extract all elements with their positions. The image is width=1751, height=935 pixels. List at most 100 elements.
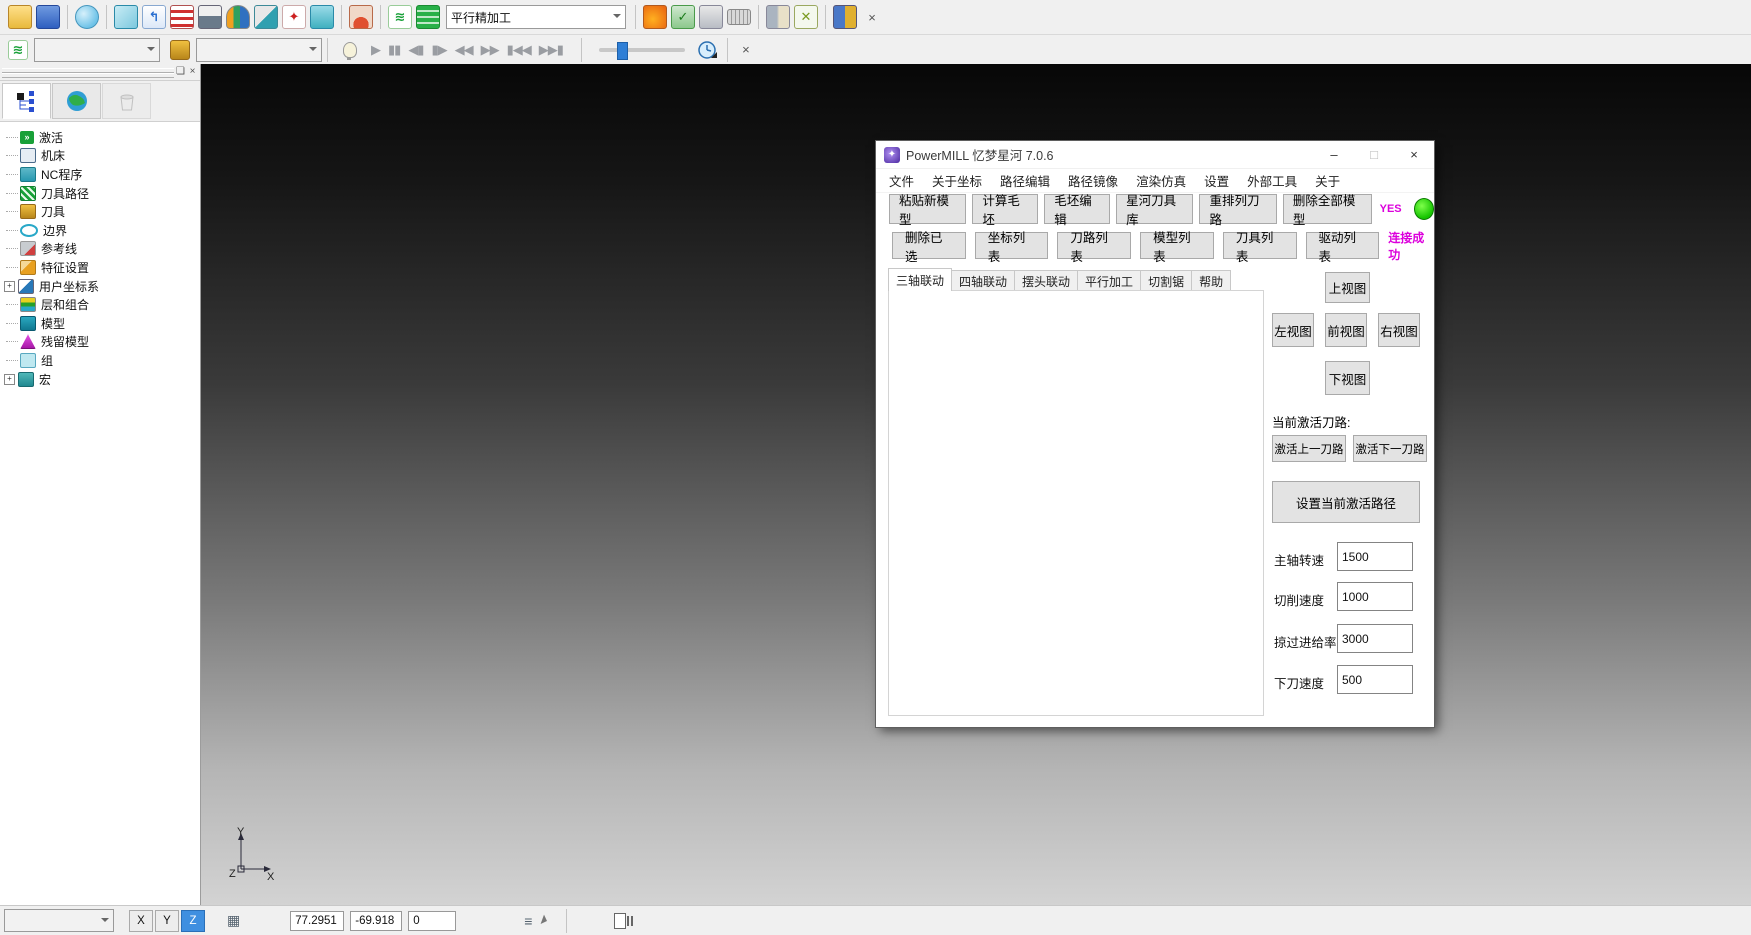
- menu-external-tools[interactable]: 外部工具: [1238, 171, 1306, 190]
- tool-change-icon[interactable]: [766, 5, 790, 29]
- edit-stock-button[interactable]: 毛坯编辑: [1044, 194, 1110, 224]
- tree-item-levels-sets[interactable]: 层和组合: [6, 295, 200, 314]
- transform-model-icon[interactable]: ✕: [794, 5, 818, 29]
- search-icon[interactable]: [833, 5, 857, 29]
- view-right-button[interactable]: 右视图: [1378, 313, 1420, 347]
- coord-list-button[interactable]: 坐标列表: [975, 232, 1049, 259]
- set-active-path-button[interactable]: 设置当前激活路径: [1272, 481, 1420, 523]
- toolpath-list-button[interactable]: 刀路列表: [1057, 232, 1131, 259]
- tree-item-groups[interactable]: 组: [6, 351, 200, 370]
- spindle-speed-input[interactable]: 1500: [1337, 542, 1413, 571]
- go-start-icon[interactable]: ▮◀◀: [507, 42, 531, 58]
- tree-item-machine[interactable]: 机床: [6, 147, 200, 166]
- search-back-icon[interactable]: ◀◀: [455, 42, 473, 58]
- create-tool-icon[interactable]: [198, 5, 222, 29]
- tab-web[interactable]: [52, 83, 101, 119]
- open-icon[interactable]: [8, 5, 32, 29]
- menu-render-sim[interactable]: 渲染仿真: [1127, 171, 1195, 190]
- drag-grip[interactable]: [2, 73, 174, 78]
- toolpath-strategies-icon[interactable]: ↰: [142, 5, 166, 29]
- sim-toolpath-combo[interactable]: [34, 38, 160, 62]
- tab-saw[interactable]: 切割锯: [1140, 270, 1192, 291]
- create-boundary-icon[interactable]: [226, 5, 250, 29]
- menu-file[interactable]: 文件: [880, 171, 923, 190]
- strategy-combo[interactable]: 平行精加工: [446, 5, 626, 29]
- dialog-titlebar[interactable]: ✦ PowerMILL 忆梦星河 7.0.6 – □ ×: [876, 141, 1434, 169]
- slider-handle[interactable]: [617, 42, 628, 60]
- tree-item-activate[interactable]: »激活: [6, 128, 200, 147]
- tab-recycle-bin[interactable]: [102, 83, 151, 119]
- tree-item-tools[interactable]: 刀具: [6, 202, 200, 221]
- plunge-feed-input[interactable]: 500: [1337, 665, 1413, 694]
- clock-icon[interactable]: [697, 40, 717, 60]
- model-list-button[interactable]: 模型列表: [1140, 232, 1214, 259]
- sim-toolbar-close-icon[interactable]: ×: [735, 39, 757, 61]
- coord-y-input[interactable]: -69.918: [350, 911, 402, 931]
- speed-slider[interactable]: [599, 48, 685, 52]
- tree-item-nc-programs[interactable]: NC程序: [6, 165, 200, 184]
- step-back-icon[interactable]: ◀▮: [408, 42, 423, 58]
- leads-and-links-icon[interactable]: [643, 5, 667, 29]
- tree-item-boundaries[interactable]: 边界: [6, 221, 200, 240]
- menu-path-mirror[interactable]: 路径镜像: [1059, 171, 1127, 190]
- tab-3axis[interactable]: 三轴联动: [888, 268, 952, 291]
- minimize-button[interactable]: –: [1314, 141, 1354, 168]
- axis-z-button[interactable]: Z: [181, 910, 205, 932]
- toolpath-list-icon[interactable]: [416, 5, 440, 29]
- create-pattern-icon[interactable]: [254, 5, 278, 29]
- skim-feed-input[interactable]: 3000: [1337, 624, 1413, 653]
- edit-toolpath-icon[interactable]: [170, 5, 194, 29]
- create-points-icon[interactable]: ✦: [282, 5, 306, 29]
- toolbar-close-icon[interactable]: ×: [861, 6, 883, 28]
- tool-library-button[interactable]: 星河刀具库: [1116, 194, 1193, 224]
- feature-set-icon[interactable]: [310, 5, 334, 29]
- coord-z-input[interactable]: 0: [408, 911, 456, 931]
- play-icon[interactable]: ▶: [371, 42, 380, 58]
- axis-y-button[interactable]: Y: [155, 910, 179, 932]
- menu-about[interactable]: 关于: [1306, 171, 1349, 190]
- tab-swivel-head[interactable]: 摆头联动: [1014, 270, 1078, 291]
- tab-4axis[interactable]: 四轴联动: [951, 270, 1015, 291]
- tree-item-macros[interactable]: +宏: [6, 370, 200, 389]
- tree-item-stock-models[interactable]: 残留模型: [6, 333, 200, 352]
- expand-icon[interactable]: +: [4, 281, 15, 292]
- activate-prev-path-button[interactable]: 激活上一刀路: [1272, 435, 1346, 462]
- step-forward-icon[interactable]: ▮▶: [431, 42, 446, 58]
- pick-arrow-icon[interactable]: [541, 914, 554, 927]
- activate-next-path-button[interactable]: 激活下一刀路: [1353, 435, 1427, 462]
- tab-help[interactable]: 帮助: [1191, 270, 1231, 291]
- menu-settings[interactable]: 设置: [1195, 171, 1238, 190]
- sim-tool-combo[interactable]: [196, 38, 322, 62]
- view-front-button[interactable]: 前视图: [1325, 313, 1367, 347]
- close-panel-icon[interactable]: ×: [187, 66, 198, 77]
- view-top-button[interactable]: 上视图: [1325, 272, 1370, 303]
- close-button[interactable]: ×: [1394, 141, 1434, 168]
- view-bottom-button[interactable]: 下视图: [1325, 361, 1370, 395]
- search-forward-icon[interactable]: ▶▶: [481, 42, 499, 58]
- delete-all-models-button[interactable]: 删除全部模型: [1283, 194, 1372, 224]
- list-icon[interactable]: ≡: [524, 913, 532, 929]
- maximize-button[interactable]: □: [1354, 141, 1394, 168]
- lightbulb-icon[interactable]: [343, 42, 357, 58]
- calculator-icon[interactable]: [699, 5, 723, 29]
- drive-list-button[interactable]: 驱动列表: [1306, 232, 1380, 259]
- view-left-button[interactable]: 左视图: [1272, 313, 1314, 347]
- rearrange-toolpaths-button[interactable]: 重排列刀路: [1199, 194, 1276, 224]
- create-block-icon[interactable]: [114, 5, 138, 29]
- paste-new-model-button[interactable]: 粘贴新模型: [889, 194, 966, 224]
- coord-x-input[interactable]: 77.2951: [290, 911, 344, 931]
- collision-check-icon[interactable]: [349, 5, 373, 29]
- status-indicator-icon[interactable]: [614, 913, 626, 929]
- verify-icon[interactable]: ✓: [671, 5, 695, 29]
- tree-item-models[interactable]: 模型: [6, 314, 200, 333]
- status-combo[interactable]: [4, 909, 114, 932]
- pause-icon[interactable]: ▮▮: [388, 42, 400, 58]
- delete-selected-button[interactable]: 删除已选: [892, 232, 966, 259]
- tree-item-feature-sets[interactable]: 特征设置: [6, 258, 200, 277]
- tree-item-workplanes[interactable]: +用户坐标系: [6, 277, 200, 296]
- menu-coords[interactable]: 关于坐标: [923, 171, 991, 190]
- go-end-icon[interactable]: ▶▶▮: [539, 42, 563, 58]
- save-icon[interactable]: [36, 5, 60, 29]
- grid-icon[interactable]: ▦: [227, 912, 240, 929]
- tree-item-toolpaths[interactable]: 刀具路径: [6, 184, 200, 203]
